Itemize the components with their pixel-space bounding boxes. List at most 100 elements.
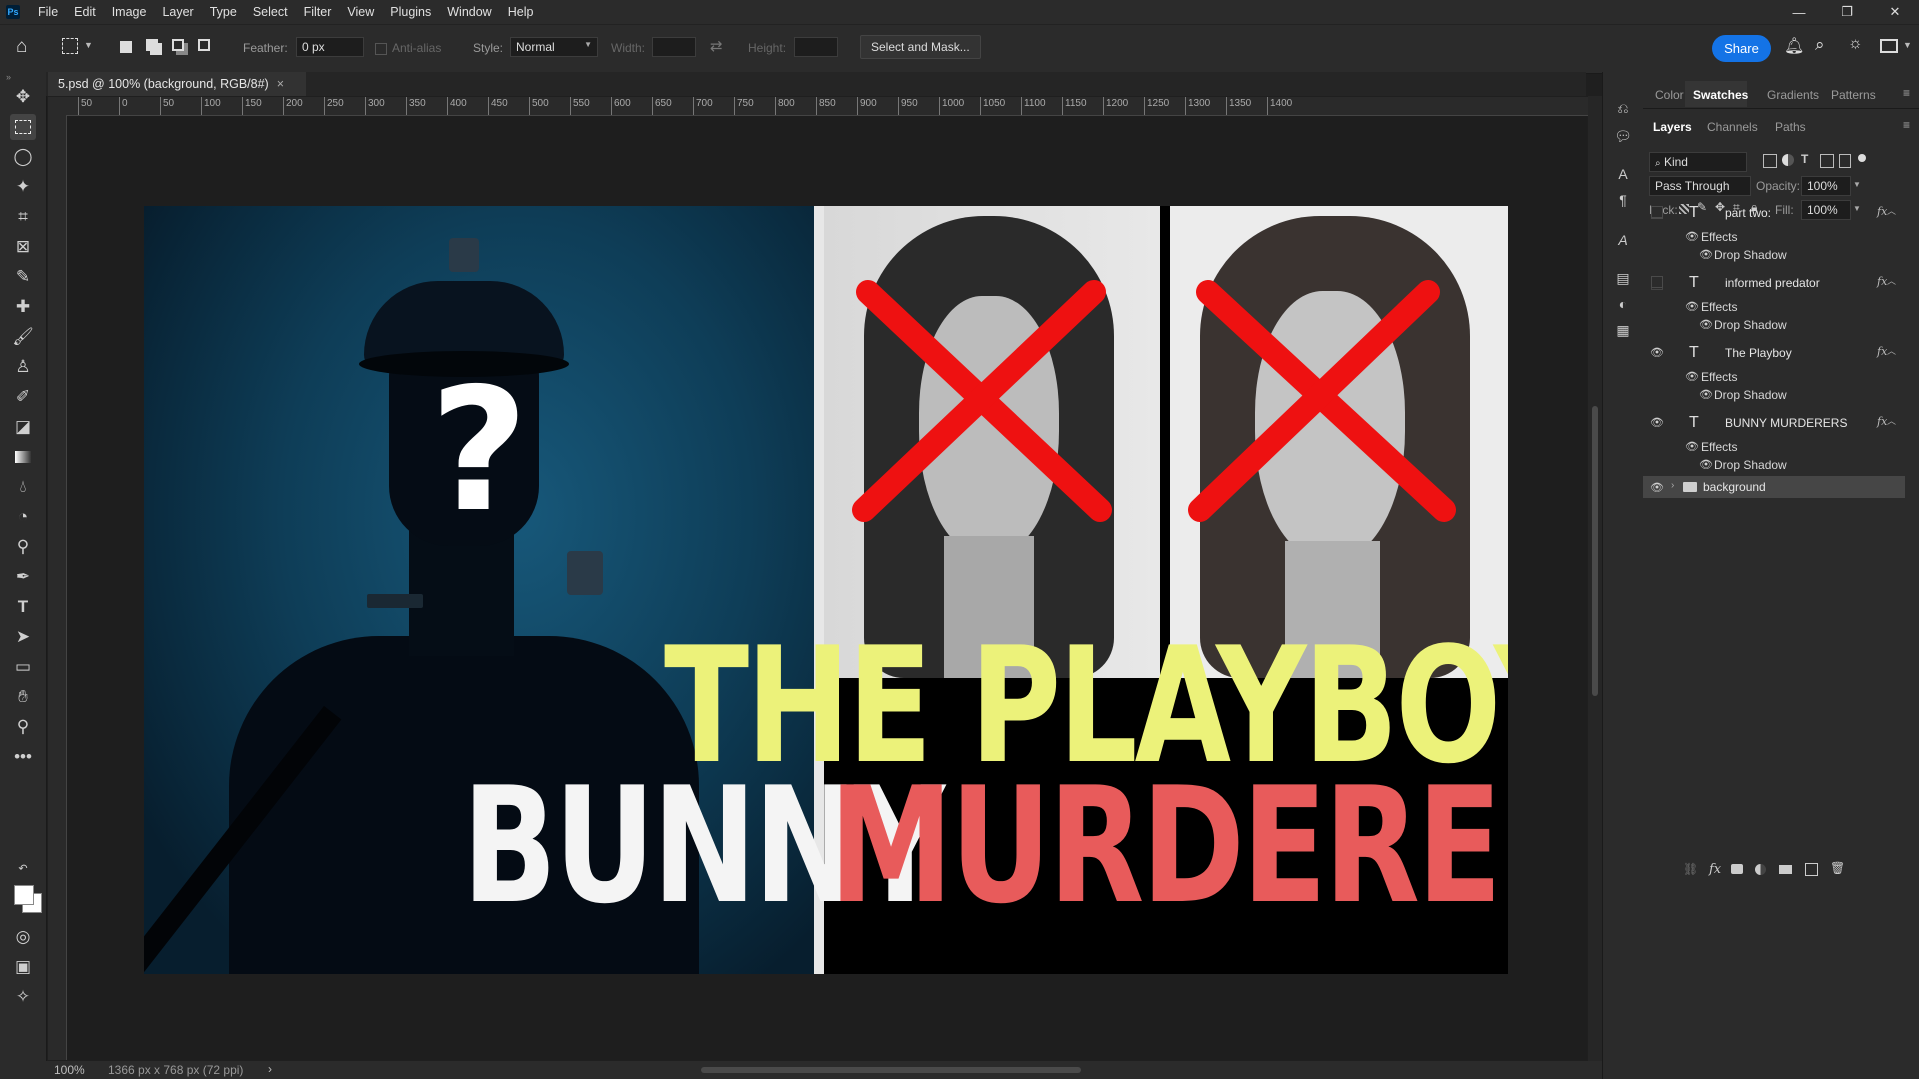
collapse-effects-icon[interactable]: ︿ [1887, 344, 1896, 357]
new-layer-icon[interactable] [1805, 863, 1818, 876]
collapse-effects-icon[interactable]: ︿ [1887, 204, 1896, 217]
collapse-effects-icon[interactable]: ︿ [1887, 414, 1896, 427]
rectangle-tool-icon[interactable]: ▭ [10, 654, 36, 680]
glyphs-icon[interactable]: A [1613, 230, 1633, 250]
eye-icon[interactable]: 👁︎ [1650, 481, 1664, 494]
history-icon[interactable]: ⎌ [1613, 98, 1633, 118]
opacity-input[interactable]: 100% [1801, 176, 1851, 196]
feather-input[interactable]: 0 px [296, 37, 364, 57]
comments-icon[interactable]: 💬︎ [1613, 126, 1633, 146]
zoom-level[interactable]: 100% [54, 1063, 85, 1077]
paragraph-icon[interactable]: ¶ [1613, 190, 1633, 210]
move-tool-icon[interactable]: ✥ [10, 84, 36, 110]
filter-type-icon[interactable]: T [1801, 152, 1808, 166]
title-murderers[interactable]: MURDERERS [829, 766, 1508, 926]
menu-edit[interactable]: Edit [66, 0, 104, 24]
collapse-icon[interactable]: » [6, 72, 11, 82]
pen-tool-icon[interactable]: ✒ [10, 564, 36, 590]
menu-layer[interactable]: Layer [154, 0, 201, 24]
menu-plugins[interactable]: Plugins [382, 0, 439, 24]
tab-paths[interactable]: Paths [1775, 120, 1806, 134]
menu-help[interactable]: Help [500, 0, 542, 24]
magic-wand-icon[interactable]: ✦ [10, 174, 36, 200]
eyedropper-icon[interactable]: ✎ [10, 264, 36, 290]
eye-icon[interactable]: 👁︎ [1685, 370, 1699, 383]
horizontal-scroll-thumb[interactable] [701, 1067, 1081, 1073]
zoom-tool-icon[interactable]: ⚲ [10, 714, 36, 740]
eye-icon[interactable]: 👁︎ [1685, 230, 1699, 243]
gradient-tool-icon[interactable] [10, 444, 36, 470]
add-mask-icon[interactable] [1731, 864, 1743, 874]
close-button[interactable]: ✕ [1871, 0, 1919, 24]
eye-icon[interactable]: 👁︎ [1685, 440, 1699, 453]
vertical-scroll-thumb[interactable] [1592, 406, 1598, 696]
type-tool-icon[interactable]: T [10, 594, 36, 620]
restore-button[interactable]: ❐ [1823, 0, 1871, 24]
filter-adjustment-icon[interactable] [1782, 154, 1794, 166]
vertical-ruler[interactable] [48, 115, 67, 1060]
eraser-tool-icon[interactable]: ◪ [10, 414, 36, 440]
eye-icon[interactable]: 👁︎ [1650, 346, 1664, 359]
blend-mode-select[interactable]: Pass Through [1649, 176, 1751, 196]
tab-gradients[interactable]: Gradients [1767, 88, 1819, 102]
eye-icon[interactable]: 👁︎ [1699, 318, 1713, 331]
fx-icon[interactable]: fx [1877, 205, 1887, 218]
eye-icon[interactable]: 👁︎ [1685, 300, 1699, 313]
crop-tool-icon[interactable]: ⌗ [10, 204, 36, 230]
chevron-down-icon[interactable]: ▼ [1853, 180, 1861, 189]
subtract-selection-icon[interactable] [172, 39, 184, 51]
canvas-artwork[interactable]: ? THE PLAYBOY BUNNY MURDERERS [144, 206, 1508, 974]
new-adjustment-icon[interactable] [1755, 864, 1766, 875]
generative-icon[interactable]: ✧ [10, 984, 36, 1010]
tab-color[interactable]: Color [1655, 88, 1684, 102]
filter-smart-object-icon[interactable] [1839, 154, 1851, 168]
hand-tool-icon[interactable]: ✋︎ [10, 684, 36, 710]
drop-shadow-label[interactable]: Drop Shadow [1714, 248, 1787, 262]
close-tab-icon[interactable]: × [277, 77, 284, 91]
panel-menu-icon[interactable]: ≡ [1903, 86, 1910, 100]
eye-icon[interactable]: 👁︎ [1699, 458, 1713, 471]
tab-layers[interactable]: Layers [1653, 120, 1692, 134]
filter-toggle-icon[interactable] [1858, 154, 1866, 162]
properties-icon[interactable]: ▦ [1613, 320, 1633, 340]
new-group-icon[interactable] [1779, 865, 1792, 874]
layer-visibility-toggle[interactable] [1651, 276, 1663, 288]
intersect-selection-icon[interactable] [198, 39, 210, 51]
swap-colors-icon[interactable]: ↶ [10, 855, 36, 881]
status-menu-arrow[interactable]: › [268, 1062, 272, 1076]
healing-brush-icon[interactable]: ✚ [10, 294, 36, 320]
layer-name[interactable]: part two: [1725, 206, 1771, 220]
path-select-icon[interactable]: ➤ [10, 624, 36, 650]
home-icon[interactable]: ⌂ [16, 36, 40, 60]
style-select[interactable]: Normal ▼ [510, 37, 598, 57]
dodge-tool-icon[interactable]: ◔ [10, 504, 36, 530]
link-layers-icon[interactable]: ⛓ [1683, 862, 1698, 876]
blur-tool-icon[interactable]: 💧︎ [10, 474, 36, 500]
eye-icon[interactable]: 👁︎ [1699, 388, 1713, 401]
layer-bunny-murderers[interactable]: 👁︎ T BUNNY MURDERERS fx ︿ 👁︎ Effects 👁︎ … [1643, 406, 1905, 476]
collapse-effects-icon[interactable]: ︿ [1887, 274, 1896, 287]
document-size[interactable]: 1366 px x 768 px (72 ppi) [108, 1063, 243, 1077]
layer-visibility-toggle[interactable] [1651, 206, 1663, 218]
drop-shadow-label[interactable]: Drop Shadow [1714, 458, 1787, 472]
stamp-tool-icon[interactable]: ♙ [10, 354, 36, 380]
new-selection-icon[interactable] [120, 41, 132, 53]
layer-name[interactable]: BUNNY MURDERERS [1725, 416, 1847, 430]
anti-alias-checkbox[interactable] [375, 43, 387, 55]
screen-mode-icon[interactable]: ▣ [10, 954, 36, 980]
width-input[interactable] [652, 37, 696, 57]
eye-icon[interactable]: 👁︎ [1650, 416, 1664, 429]
quick-mask-icon[interactable]: ◎ [10, 924, 36, 950]
search-icon[interactable]: ⌕ [1815, 35, 1825, 55]
chevron-down-icon[interactable]: ▼ [1903, 40, 1912, 50]
chevron-right-icon[interactable]: › [1671, 480, 1674, 491]
burn-tool-icon[interactable]: ⚲ [10, 534, 36, 560]
vertical-scrollbar[interactable] [1588, 96, 1602, 1061]
filter-kind-select[interactable]: ⌕ Kind [1649, 152, 1747, 172]
bulb-icon[interactable]: ☼ [1848, 35, 1863, 53]
height-input[interactable] [794, 37, 838, 57]
menu-type[interactable]: Type [202, 0, 245, 24]
drop-shadow-label[interactable]: Drop Shadow [1714, 388, 1787, 402]
fx-icon[interactable]: fx [1877, 275, 1887, 288]
eye-icon[interactable]: 👁︎ [1699, 248, 1713, 261]
